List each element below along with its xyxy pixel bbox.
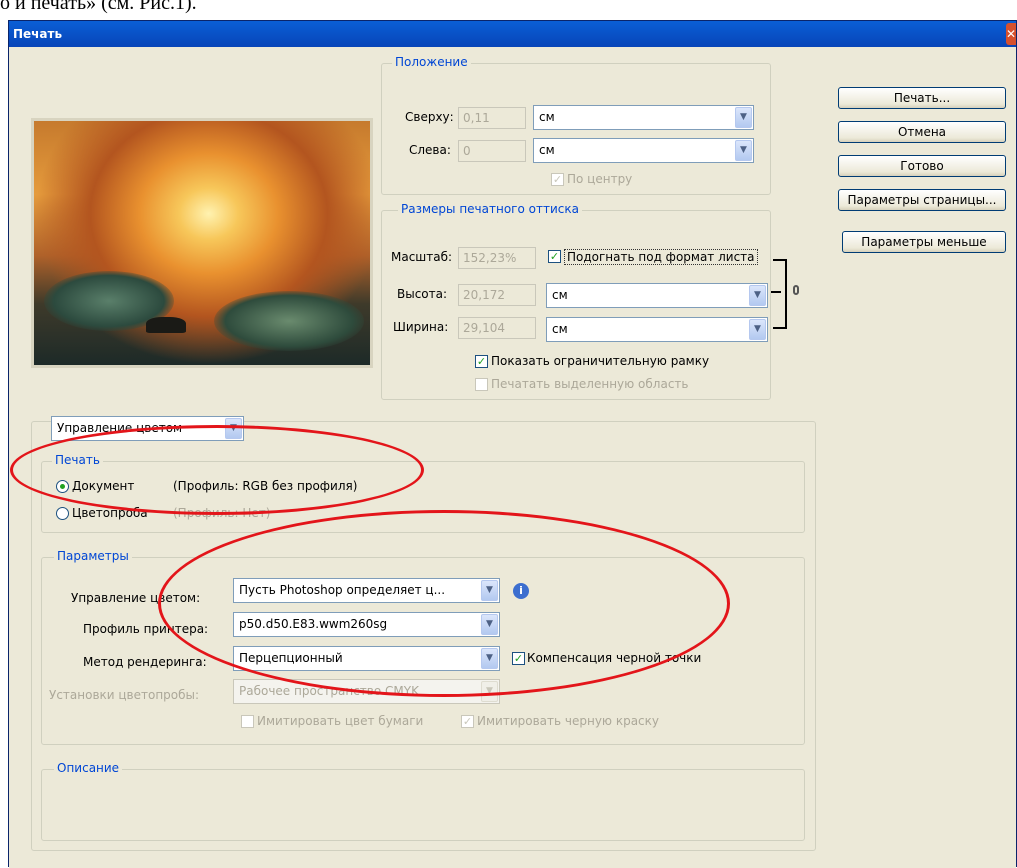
rendering-intent-label: Метод рендеринга: [83, 655, 207, 669]
done-button[interactable]: Готово [838, 155, 1006, 177]
fewer-options-button[interactable]: Параметры меньше [842, 231, 1006, 253]
height-label: Высота: [397, 287, 448, 301]
annotation-ellipse-options [158, 510, 730, 697]
width-unit-select[interactable]: см ▼ [546, 317, 768, 342]
window-title: Печать [13, 27, 63, 41]
chain-link-icon[interactable] [793, 285, 799, 295]
simulate-black-label: Имитировать черную краску [477, 714, 659, 728]
bounding-box-label: Показать ограничительную рамку [491, 354, 710, 368]
print-selection-label: Печатать выделенную область [491, 377, 689, 391]
document-text: о и печать» (см. Рис.1). [0, 0, 197, 14]
height-unit-select[interactable]: см ▼ [546, 283, 768, 308]
simulate-black-checkbox[interactable]: ✓ [461, 715, 474, 728]
link-bracket [773, 259, 787, 329]
scale-label: Масштаб: [391, 250, 453, 264]
bounding-box-checkbox[interactable]: ✓ [475, 355, 488, 368]
center-checkbox[interactable]: ✓ [551, 173, 564, 186]
link-bracket-tick [771, 291, 781, 293]
top-label: Сверху: [405, 110, 454, 124]
print-selection-checkbox[interactable] [475, 378, 488, 391]
simulate-paper-checkbox[interactable] [241, 715, 254, 728]
print-size-legend: Размеры печатного оттиска [398, 202, 582, 216]
simulate-paper-label: Имитировать цвет бумаги [257, 714, 424, 728]
position-legend: Положение [392, 55, 471, 69]
height-unit-value: см [552, 288, 568, 302]
fit-media-checkbox[interactable]: ✓ [548, 250, 561, 263]
title-bar: Печать ✕ [9, 21, 1016, 47]
options-legend: Параметры [54, 549, 132, 563]
top-input[interactable]: 0,11 [458, 107, 526, 129]
top-unit-value: см [539, 110, 555, 124]
top-unit-select[interactable]: см ▼ [533, 105, 754, 130]
page-setup-button[interactable]: Параметры страницы... [838, 189, 1006, 211]
cancel-button[interactable]: Отмена [838, 121, 1006, 143]
width-unit-value: см [552, 322, 568, 336]
left-input[interactable]: 0 [458, 140, 526, 162]
width-label: Ширина: [393, 320, 449, 334]
left-unit-value: см [539, 143, 555, 157]
chevron-down-icon: ▼ [735, 107, 752, 128]
chevron-down-icon: ▼ [735, 140, 752, 161]
fit-media-label: Подогнать под формат листа [564, 249, 758, 265]
center-label: По центру [567, 172, 633, 186]
proof-setup-label: Установки цветопробы: [49, 688, 200, 702]
close-icon[interactable]: ✕ [1006, 23, 1016, 45]
print-preview-image [31, 118, 373, 368]
chevron-down-icon: ▼ [749, 319, 766, 340]
preview-wave [214, 291, 364, 351]
annotation-ellipse-print-source [10, 425, 424, 515]
print-button[interactable]: Печать... [838, 87, 1006, 109]
proof-radio[interactable] [56, 507, 69, 520]
height-input[interactable]: 20,172 [458, 284, 536, 306]
description-legend: Описание [54, 761, 123, 775]
scale-input[interactable]: 152,23% [458, 247, 536, 269]
width-input[interactable]: 29,104 [458, 317, 536, 339]
chevron-down-icon: ▼ [749, 285, 766, 306]
left-unit-select[interactable]: см ▼ [533, 138, 754, 163]
left-label: Слева: [409, 143, 451, 157]
description-group: Описание [41, 761, 805, 841]
preview-boat [146, 317, 186, 333]
